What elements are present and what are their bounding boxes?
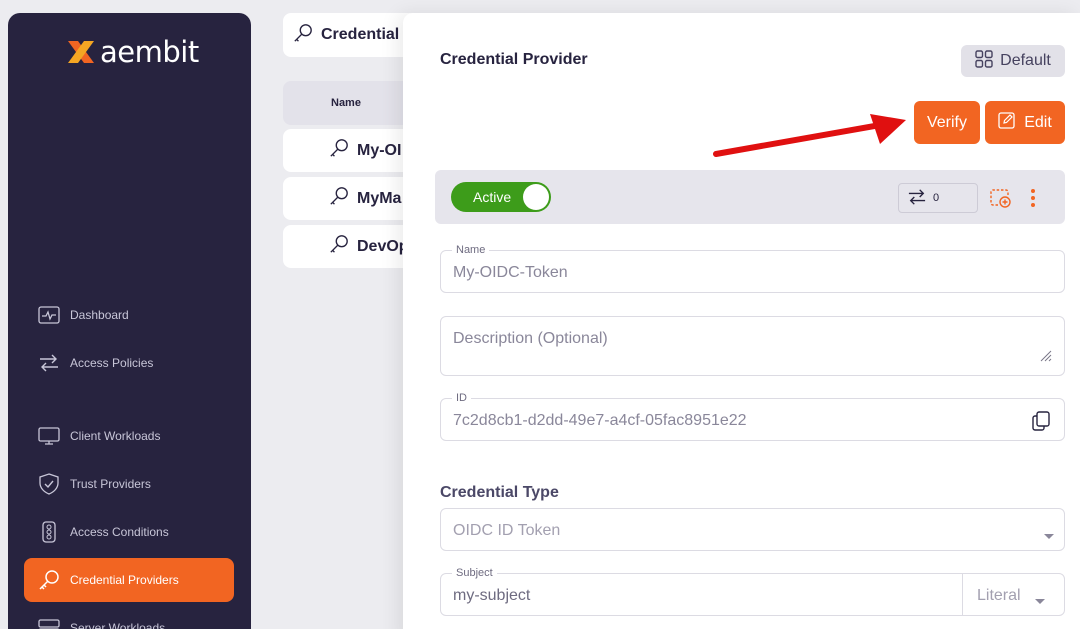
server-icon	[38, 617, 60, 629]
status-bar: Active 0	[435, 170, 1065, 224]
swap-arrows-icon	[907, 188, 927, 209]
add-policy-icon[interactable]	[990, 188, 1012, 213]
name-field[interactable]: Name My-OIDC-Token	[440, 244, 1065, 293]
sidebar-item-label: Dashboard	[70, 308, 129, 322]
sidebar-item-label: Client Workloads	[70, 429, 161, 443]
page-title: Credential	[321, 26, 400, 43]
sidebar-item-label: Access Conditions	[70, 525, 169, 539]
row-name: My-OI	[357, 141, 402, 159]
resize-handle-icon[interactable]	[1040, 349, 1052, 367]
description-field[interactable]: Description (Optional)	[440, 316, 1065, 376]
grid-icon	[975, 49, 993, 73]
sidebar-item-label: Access Policies	[70, 356, 154, 370]
key-icon	[329, 234, 349, 259]
drawer-title: Credential Provider	[440, 51, 588, 68]
brand-name: aembit	[100, 35, 199, 69]
id-value: 7c2d8cb1-d2dd-49e7-a4cf-05fac8951e22	[453, 412, 747, 429]
subject-field[interactable]: Subject my-subject Literal	[440, 567, 1065, 616]
toggle-knob	[523, 184, 549, 210]
subject-value: my-subject	[453, 587, 531, 604]
sidebar-item-client-workloads[interactable]: Client Workloads	[24, 414, 234, 458]
sidebar-item-access-conditions[interactable]: Access Conditions	[24, 510, 234, 554]
annotation-arrow-icon	[713, 114, 906, 157]
edit-button[interactable]: Edit	[985, 101, 1065, 144]
sidebar-item-dashboard[interactable]: Dashboard	[24, 293, 234, 337]
edit-label: Edit	[1024, 113, 1052, 131]
traffic-light-icon	[38, 521, 60, 543]
key-icon	[38, 569, 60, 591]
subject-type-value: Literal	[977, 587, 1021, 604]
credential-type-title: Credential Type	[440, 484, 559, 501]
sidebar: aembit Dashboard Access Policies Client …	[8, 13, 251, 629]
sidebar-item-credential-providers[interactable]: Credential Providers	[24, 558, 234, 602]
default-label: Default	[1000, 52, 1051, 69]
dashboard-icon	[38, 304, 60, 326]
key-icon	[329, 186, 349, 211]
sidebar-item-label: Credential Providers	[70, 573, 179, 587]
copy-icon[interactable]	[1032, 411, 1050, 436]
subject-label: Subject	[452, 567, 497, 579]
credential-type-select[interactable]: OIDC ID Token	[440, 508, 1065, 551]
id-field: ID 7c2d8cb1-d2dd-49e7-a4cf-05fac8951e22	[440, 392, 1065, 441]
active-toggle[interactable]: Active	[451, 182, 551, 212]
subject-type-select[interactable]: Literal	[962, 574, 1065, 615]
arrows-icon	[38, 352, 60, 374]
name-value: My-OIDC-Token	[453, 264, 568, 281]
description-placeholder: Description (Optional)	[453, 330, 608, 347]
monitor-icon	[38, 425, 60, 447]
id-label: ID	[452, 392, 471, 404]
edit-icon	[998, 111, 1016, 134]
logo-mark-icon	[68, 41, 94, 63]
default-view-button[interactable]: Default	[961, 45, 1065, 77]
shield-icon	[38, 473, 60, 495]
chevron-down-icon	[1035, 592, 1045, 610]
credential-type-value: OIDC ID Token	[453, 522, 561, 539]
sidebar-item-label: Trust Providers	[70, 477, 151, 491]
name-label: Name	[452, 244, 490, 256]
key-icon	[293, 23, 313, 48]
row-name: DevOp	[357, 237, 409, 255]
count-value: 0	[933, 192, 940, 204]
row-name: MyMa	[357, 189, 402, 207]
column-header-name[interactable]: Name	[331, 97, 361, 109]
sidebar-item-access-policies[interactable]: Access Policies	[24, 341, 234, 385]
aembit-logo[interactable]: aembit	[64, 35, 199, 69]
sidebar-item-server-workloads[interactable]: Server Workloads	[24, 606, 234, 629]
verify-button[interactable]: Verify	[914, 101, 980, 144]
credential-provider-drawer: Credential Provider Default Verify Edit …	[403, 13, 1080, 629]
chevron-down-icon	[1044, 527, 1054, 545]
more-vertical-icon[interactable]	[1030, 188, 1036, 213]
key-icon	[329, 138, 349, 163]
toggle-label: Active	[473, 189, 512, 205]
sidebar-item-trust-providers[interactable]: Trust Providers	[24, 462, 234, 506]
access-policy-count[interactable]: 0	[898, 183, 978, 213]
sidebar-item-label: Server Workloads	[70, 621, 166, 629]
